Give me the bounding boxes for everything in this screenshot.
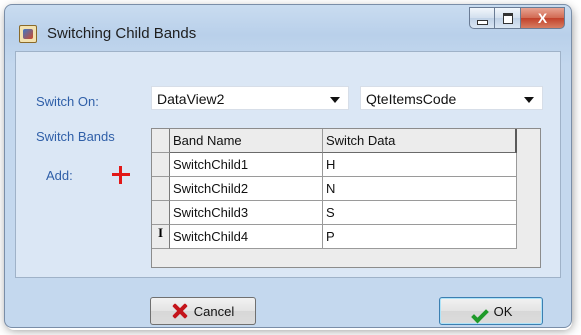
close-icon: X <box>537 10 548 26</box>
ok-label: OK <box>493 303 513 319</box>
minimize-button[interactable] <box>469 7 495 29</box>
chevron-down-icon[interactable] <box>524 97 534 103</box>
table-row[interactable]: I SwitchChild4 P <box>152 225 517 249</box>
check-icon <box>470 303 488 319</box>
maximize-icon <box>502 12 513 24</box>
switch-bands-label: Switch Bands <box>36 129 115 144</box>
switch-bands-grid[interactable]: Band Name Switch Data SwitchChild1 H Swi… <box>151 128 541 268</box>
maximize-button[interactable] <box>495 7 521 29</box>
add-label: Add: <box>46 168 73 183</box>
switch-data-cell[interactable]: S <box>323 201 517 225</box>
window-controls: X <box>469 7 565 29</box>
table-row[interactable]: SwitchChild2 N <box>152 177 517 201</box>
column-header-switch-data[interactable]: Switch Data <box>323 129 517 153</box>
row-indicator[interactable] <box>152 201 170 225</box>
row-indicator[interactable] <box>152 177 170 201</box>
plus-icon[interactable] <box>112 166 130 184</box>
close-button[interactable]: X <box>521 7 565 29</box>
table-row[interactable]: SwitchChild3 S <box>152 201 517 225</box>
switch-data-cell[interactable]: H <box>323 153 517 177</box>
row-indicator[interactable]: I <box>152 225 170 249</box>
table-row[interactable]: SwitchChild1 H <box>152 153 517 177</box>
grid-header-row: Band Name Switch Data <box>152 129 517 153</box>
x-icon <box>172 303 188 319</box>
cancel-button[interactable]: Cancel <box>150 297 256 325</box>
band-name-cell[interactable]: SwitchChild4 <box>170 225 323 249</box>
band-name-cell[interactable]: SwitchChild2 <box>170 177 323 201</box>
app-icon <box>19 25 37 43</box>
band-name-cell[interactable]: SwitchChild3 <box>170 201 323 225</box>
band-name-cell[interactable]: SwitchChild1 <box>170 153 323 177</box>
switch-on-value: DataView2 <box>157 91 225 107</box>
switch-on-combo[interactable]: DataView2 <box>151 86 349 110</box>
minimize-icon <box>476 19 488 25</box>
column-header-band-name[interactable]: Band Name <box>170 129 323 153</box>
row-indicator <box>152 129 170 153</box>
title-bar[interactable]: Switching Child Bands X <box>5 5 571 51</box>
row-indicator[interactable] <box>152 153 170 177</box>
cancel-label: Cancel <box>193 303 235 319</box>
dialog-body: Switch On: DataView2 QteItemsCode Switch… <box>15 51 561 278</box>
chevron-down-icon[interactable] <box>330 97 340 103</box>
switch-field-value: QteItemsCode <box>366 91 457 107</box>
switch-data-cell[interactable]: P <box>323 225 517 249</box>
switch-data-cell[interactable]: N <box>323 177 517 201</box>
window-title: Switching Child Bands <box>47 25 197 42</box>
ok-button[interactable]: OK <box>439 297 543 325</box>
switch-on-label: Switch On: <box>36 94 99 109</box>
dialog-window: Switching Child Bands X Switch On: DataV… <box>4 4 572 328</box>
switch-field-combo[interactable]: QteItemsCode <box>360 86 543 110</box>
